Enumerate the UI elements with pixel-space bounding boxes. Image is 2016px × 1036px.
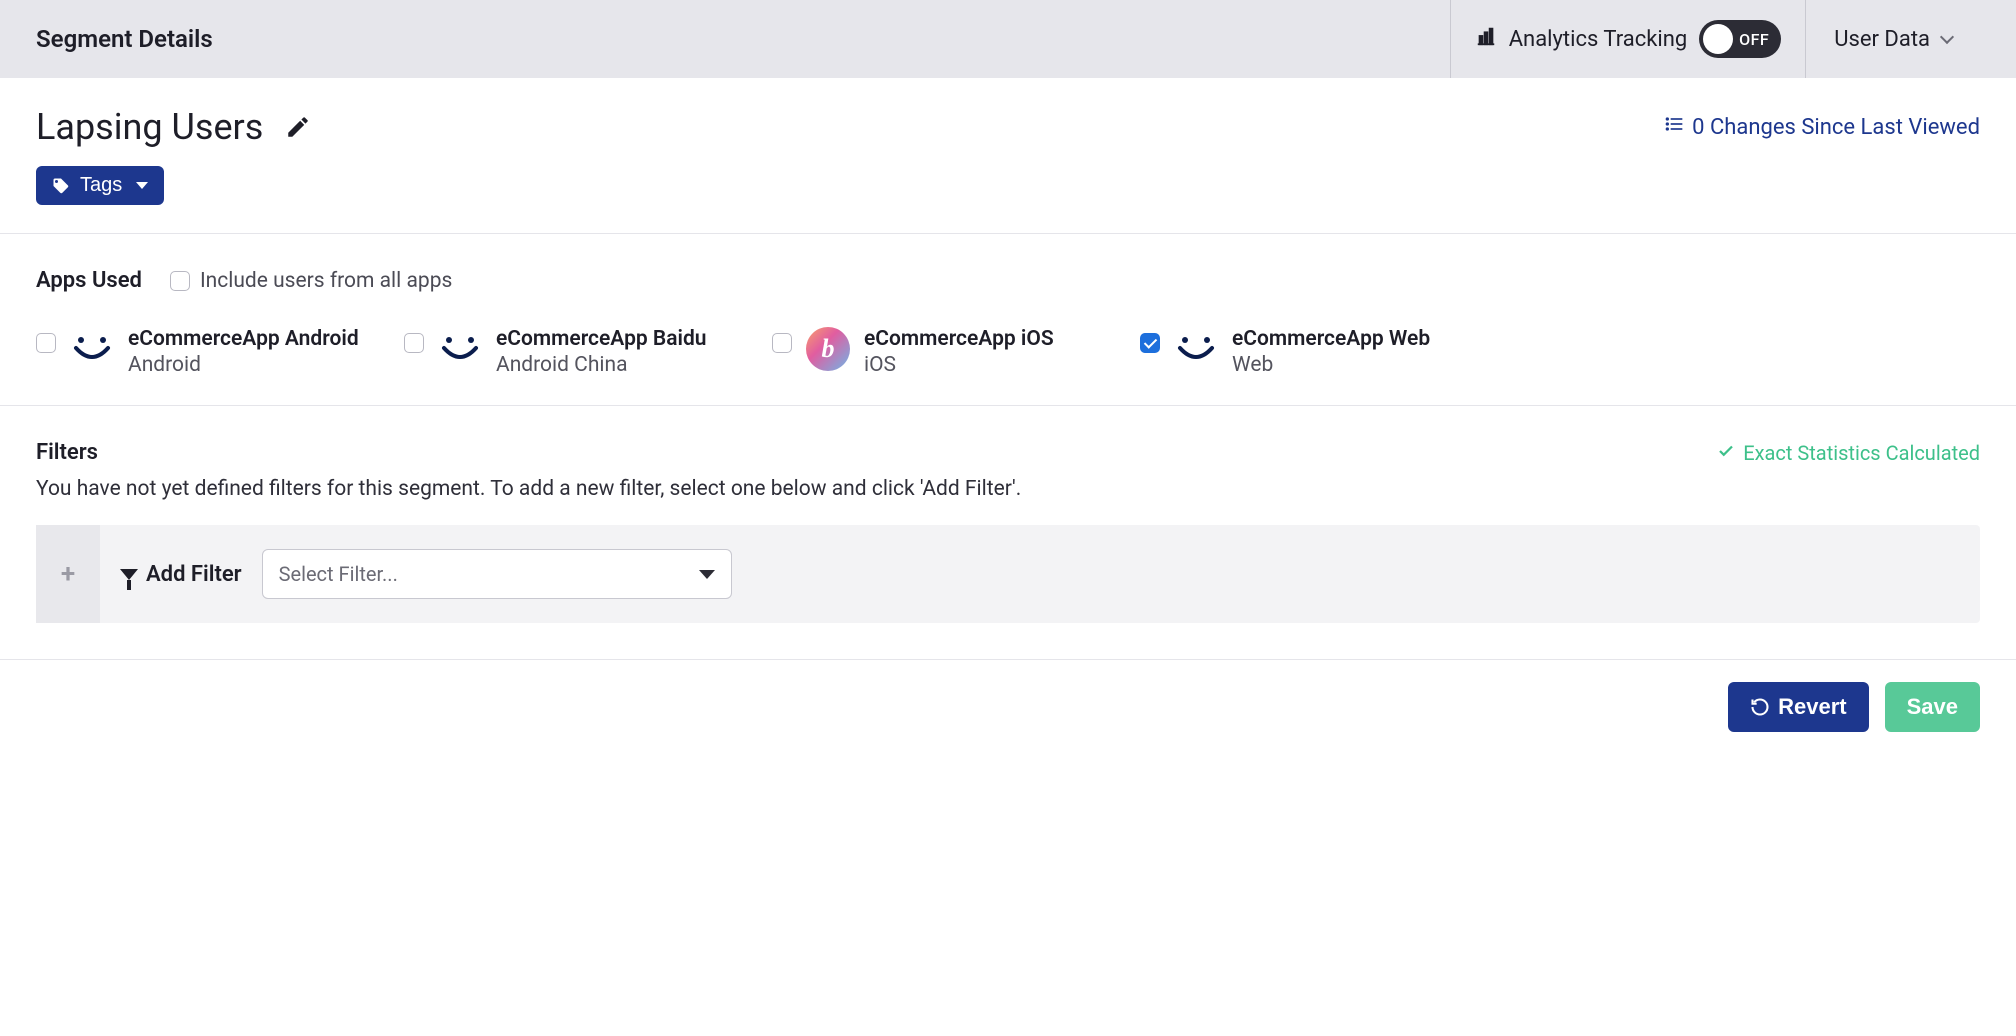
toggle-state-label: OFF	[1739, 30, 1769, 49]
checkbox-icon	[772, 333, 792, 353]
app-name: eCommerceApp Baidu	[496, 327, 707, 351]
filters-title: Filters	[36, 440, 98, 465]
tags-label: Tags	[80, 174, 122, 197]
exact-stats-label: Exact Statistics Calculated	[1743, 441, 1980, 465]
tag-icon	[52, 177, 70, 195]
app-platform: Web	[1232, 353, 1430, 377]
checkbox-icon	[36, 333, 56, 353]
filter-select-placeholder: Select Filter...	[279, 562, 398, 586]
changes-since-viewed-link[interactable]: 0 Changes Since Last Viewed	[1664, 114, 1980, 140]
plus-icon: +	[61, 559, 75, 589]
smile-icon	[1174, 327, 1218, 371]
app-item[interactable]: eCommerceApp WebWeb	[1140, 327, 1480, 377]
edit-icon[interactable]	[285, 114, 311, 140]
funnel-icon	[120, 569, 138, 580]
revert-label: Revert	[1778, 694, 1846, 720]
checkbox-icon	[1140, 333, 1160, 353]
segment-name: Lapsing Users	[36, 106, 263, 148]
app-name: eCommerceApp iOS	[864, 327, 1054, 351]
caret-down-icon	[136, 182, 148, 189]
app-item[interactable]: eCommerceApp BaiduAndroid China	[404, 327, 744, 377]
include-all-label: Include users from all apps	[200, 269, 452, 293]
caret-down-icon	[699, 570, 715, 579]
app-item[interactable]: eCommerceApp AndroidAndroid	[36, 327, 376, 377]
app-platform: Android	[128, 353, 359, 377]
apps-used-section: Apps Used Include users from all apps eC…	[36, 234, 1980, 377]
app-platform: Android China	[496, 353, 707, 377]
filters-section: Filters Exact Statistics Calculated You …	[36, 406, 1980, 623]
check-icon	[1717, 441, 1735, 465]
chevron-down-icon	[1940, 30, 1954, 44]
tags-button[interactable]: Tags	[36, 166, 164, 205]
add-filter-label-block: Add Filter	[120, 562, 242, 587]
checkbox-icon	[404, 333, 424, 353]
smile-icon	[70, 327, 114, 371]
app-name: eCommerceApp Web	[1232, 327, 1430, 351]
add-filter-label: Add Filter	[146, 562, 242, 587]
analytics-tracking-label: Analytics Tracking	[1509, 27, 1688, 52]
add-filter-plus[interactable]: +	[36, 525, 100, 623]
save-button[interactable]: Save	[1885, 682, 1980, 732]
exact-stats-badge: Exact Statistics Calculated	[1717, 441, 1980, 465]
save-label: Save	[1907, 694, 1958, 720]
include-all-apps-checkbox[interactable]: Include users from all apps	[170, 269, 452, 293]
smile-icon	[438, 327, 482, 371]
app-item[interactable]: b eCommerceApp iOSiOS	[772, 327, 1112, 377]
top-bar: Segment Details Analytics Tracking OFF U…	[0, 0, 2016, 78]
app-platform: iOS	[864, 353, 1054, 377]
checkbox-icon	[170, 271, 190, 291]
footer-actions: Revert Save	[0, 659, 2016, 754]
top-bar-right: Analytics Tracking OFF User Data	[1450, 0, 1980, 78]
revert-button[interactable]: Revert	[1728, 682, 1868, 732]
analytics-tracking-block: Analytics Tracking OFF	[1451, 0, 1806, 78]
user-data-label: User Data	[1834, 27, 1930, 52]
filter-select-dropdown[interactable]: Select Filter...	[262, 549, 732, 599]
list-icon	[1664, 114, 1684, 140]
user-data-dropdown[interactable]: User Data	[1806, 0, 1980, 78]
analytics-toggle[interactable]: OFF	[1699, 20, 1781, 58]
changes-label: 0 Changes Since Last Viewed	[1692, 115, 1980, 140]
page-title: Segment Details	[36, 25, 213, 53]
add-filter-bar: + Add Filter Select Filter...	[36, 525, 1980, 623]
chart-bar-icon	[1475, 25, 1497, 53]
app-name: eCommerceApp Android	[128, 327, 359, 351]
filters-description: You have not yet defined filters for thi…	[36, 477, 1980, 501]
apps-used-title: Apps Used	[36, 268, 142, 293]
undo-icon	[1750, 697, 1770, 717]
app-logo-icon: b	[806, 327, 850, 371]
segment-header: Lapsing Users 0 Changes Since Last Viewe…	[36, 106, 1980, 148]
